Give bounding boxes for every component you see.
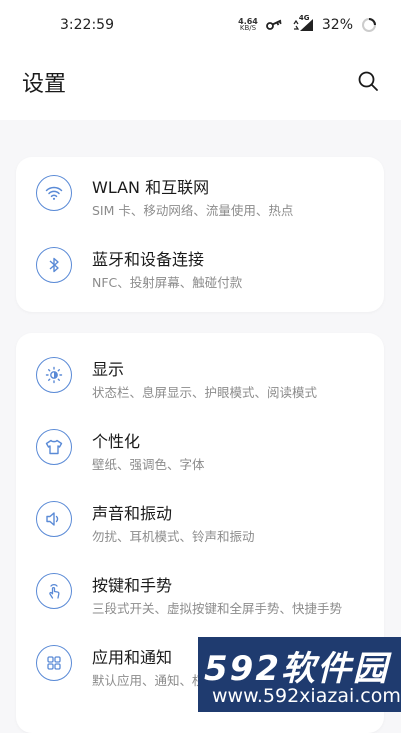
tshirt-icon bbox=[36, 429, 72, 465]
settings-item-subtitle: 勿扰、耳机模式、铃声和振动 bbox=[92, 529, 255, 544]
settings-item-sound[interactable]: 声音和振动 勿扰、耳机模式、铃声和振动 bbox=[16, 483, 384, 555]
page-title: 设置 bbox=[22, 72, 67, 97]
settings-item-subtitle: 三段式开关、虚拟按键和全屏手势、快捷手势 bbox=[92, 601, 343, 616]
key-icon bbox=[265, 19, 284, 31]
status-bar: 3:22:59 4.64 KB/S 4G 32% bbox=[0, 0, 401, 50]
settings-item-title: 按键和手势 bbox=[92, 576, 173, 595]
settings-item-bluetooth[interactable]: 蓝牙和设备连接 NFC、投射屏幕、触碰付款 bbox=[16, 229, 384, 301]
header: 设置 bbox=[0, 50, 401, 120]
bluetooth-icon bbox=[36, 247, 72, 283]
settings-item-buttons-gestures[interactable]: 按键和手势 三段式开关、虚拟按键和全屏手势、快捷手势 bbox=[16, 555, 384, 627]
settings-item-subtitle: NFC、投射屏幕、触碰付款 bbox=[92, 275, 243, 290]
signal-icon: 4G bbox=[292, 14, 314, 32]
settings-item-title: 个性化 bbox=[92, 432, 141, 451]
search-button[interactable] bbox=[355, 68, 381, 94]
settings-item-wlan[interactable]: WLAN 和互联网 SIM 卡、移动网络、流量使用、热点 bbox=[16, 157, 384, 229]
battery-percent: 32% bbox=[321, 17, 353, 33]
watermark: 592软件园 www.592xiazai.com bbox=[198, 637, 401, 712]
wifi-icon bbox=[36, 175, 72, 211]
apps-grid-icon bbox=[36, 645, 72, 681]
gesture-icon bbox=[36, 573, 72, 609]
battery-ring-icon bbox=[361, 17, 377, 33]
watermark-logo: 592软件园 bbox=[204, 649, 389, 689]
settings-item-display[interactable]: 显示 状态栏、息屏显示、护眼模式、阅读模式 bbox=[16, 339, 384, 411]
network-speed-unit: KB/S bbox=[239, 24, 257, 32]
settings-item-title: 显示 bbox=[92, 360, 125, 379]
settings-item-subtitle: 状态栏、息屏显示、护眼模式、阅读模式 bbox=[92, 385, 318, 400]
settings-item-subtitle: 壁纸、强调色、字体 bbox=[92, 457, 205, 472]
status-time: 3:22:59 bbox=[60, 17, 114, 33]
search-icon bbox=[357, 70, 379, 92]
settings-item-personalization[interactable]: 个性化 壁纸、强调色、字体 bbox=[16, 411, 384, 483]
settings-item-subtitle: SIM 卡、移动网络、流量使用、热点 bbox=[92, 203, 294, 218]
speaker-icon bbox=[36, 501, 72, 537]
brightness-icon bbox=[36, 357, 72, 393]
settings-item-title: 应用和通知 bbox=[92, 648, 173, 667]
watermark-url: www.592xiazai.com bbox=[212, 685, 401, 707]
network-type: 4G bbox=[298, 14, 310, 22]
settings-item-title: WLAN 和互联网 bbox=[92, 178, 210, 197]
network-speed: 4.64 KB/S bbox=[238, 18, 258, 32]
settings-group-connectivity: WLAN 和互联网 SIM 卡、移动网络、流量使用、热点 蓝牙和设备连接 NFC… bbox=[16, 157, 384, 312]
status-icons: 4.64 KB/S 4G 32% bbox=[238, 14, 377, 33]
settings-item-title: 声音和振动 bbox=[92, 504, 173, 523]
settings-item-title: 蓝牙和设备连接 bbox=[92, 250, 205, 269]
